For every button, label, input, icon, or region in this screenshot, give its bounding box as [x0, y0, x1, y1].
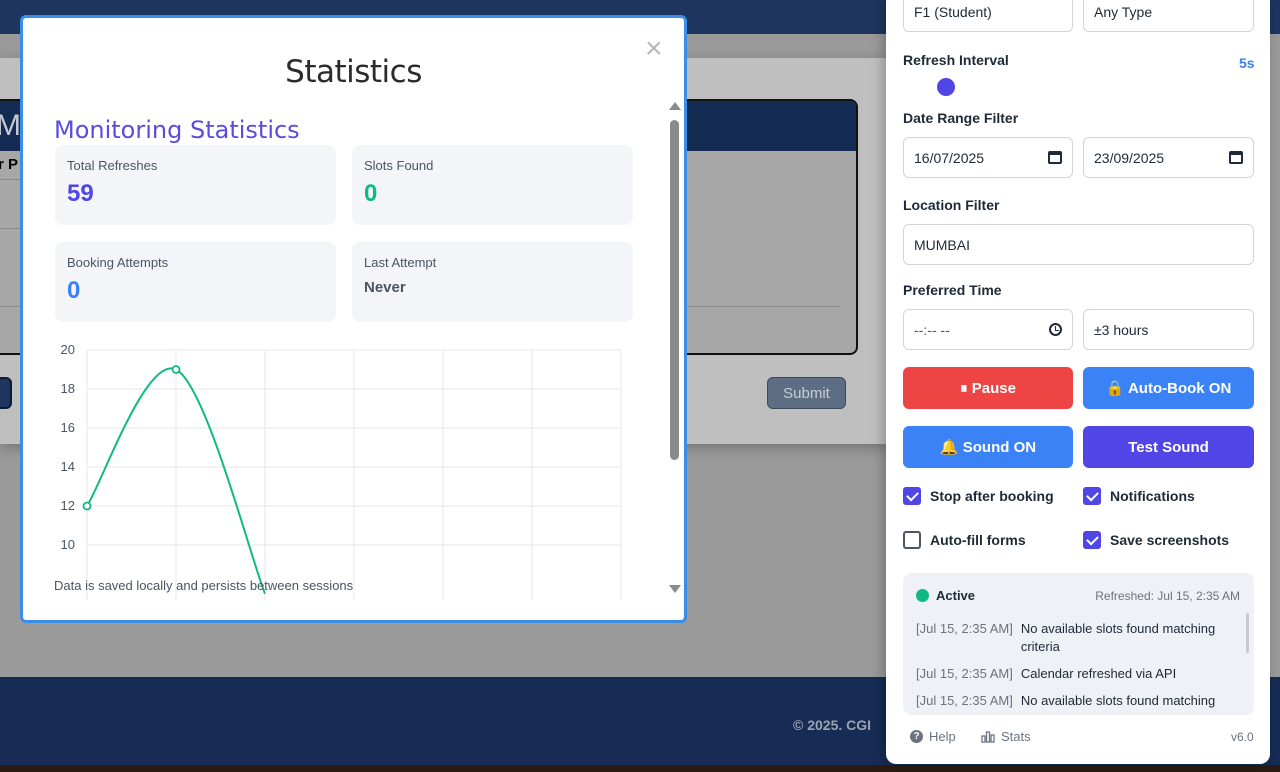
calendar-icon[interactable]	[1048, 151, 1062, 164]
section-title: Monitoring Statistics	[54, 116, 300, 144]
preferred-time-label: Preferred Time	[903, 282, 1002, 298]
help-link[interactable]: ? Help	[910, 729, 956, 744]
close-icon[interactable]: ×	[645, 34, 663, 64]
refresh-interval-value: 5s	[1239, 55, 1255, 71]
log-entry: [Jul 15, 2:35 AM] Calendar refreshed via…	[916, 665, 1231, 683]
stat-label: Booking Attempts	[67, 255, 169, 270]
time-value: --:-- --	[914, 321, 950, 338]
background-divider	[0, 179, 20, 180]
auto-book-button[interactable]: 🔒 Auto-Book ON	[1083, 367, 1254, 409]
last-refreshed: Refreshed: Jul 15, 2:35 AM	[1095, 589, 1240, 603]
y-tick-label: 16	[61, 420, 75, 435]
log-message: No available slots found matching	[1020, 693, 1216, 708]
status-indicator-icon	[916, 589, 929, 602]
notifications-checkbox[interactable]	[1083, 487, 1101, 505]
background-subheading: r P	[0, 156, 19, 173]
refresh-interval-label: Refresh Interval	[903, 52, 1009, 68]
stop-after-booking-checkbox[interactable]	[903, 487, 921, 505]
stat-label: Total Refreshes	[67, 158, 158, 173]
control-panel: F1 (Student) Any Type Refresh Interval 5…	[886, 0, 1270, 764]
checkbox-label: Auto-fill forms	[930, 532, 1026, 548]
log-time: [Jul 15, 2:35 AM]	[916, 693, 1013, 708]
y-tick-label: 14	[61, 459, 75, 474]
footer-copyright: © 2025. CGI	[793, 717, 872, 733]
stat-card-slots-found: Slots Found 0	[352, 145, 633, 225]
statistics-modal: Statistics × Monitoring Statistics Total…	[20, 15, 687, 623]
stat-label: Last Attempt	[364, 255, 437, 270]
scroll-up-icon[interactable]	[669, 102, 681, 110]
chart-note: Data is saved locally and persists betwe…	[54, 578, 354, 593]
y-tick-label: 20	[61, 342, 75, 357]
auto-fill-forms-checkbox[interactable]	[903, 531, 921, 549]
help-label: Help	[929, 729, 956, 744]
scroll-down-icon[interactable]	[669, 585, 681, 593]
stat-value: 0	[67, 277, 81, 304]
log-message: Calendar refreshed via API	[1020, 666, 1177, 681]
calendar-icon[interactable]	[1229, 151, 1243, 164]
test-sound-button[interactable]: Test Sound	[1083, 426, 1254, 468]
stat-card-last-attempt: Last Attempt Never	[352, 242, 633, 322]
background-submit-button[interactable]: Submit	[767, 377, 846, 409]
log-entry: [Jul 15, 2:35 AM] No available slots fou…	[916, 692, 1231, 710]
modal-title: Statistics	[285, 54, 422, 90]
time-window-select[interactable]: ±3 hours	[1083, 309, 1254, 350]
version-label: v6.0	[1231, 730, 1254, 744]
date-from-input[interactable]: 16/07/2025	[903, 137, 1073, 178]
location-filter-label: Location Filter	[903, 197, 1000, 213]
pause-button[interactable]: ⏸ Pause	[903, 367, 1073, 409]
scroll-thumb[interactable]	[670, 120, 679, 460]
preferred-time-input[interactable]: --:-- --	[903, 309, 1073, 350]
checkbox-label: Save screenshots	[1110, 532, 1230, 548]
location-input[interactable]: MUMBAI	[903, 224, 1254, 265]
data-point	[171, 365, 181, 374]
stat-label: Slots Found	[364, 158, 434, 173]
background-divider	[0, 228, 20, 229]
log-message: No available slots found matching criter…	[1020, 621, 1216, 654]
log-entry: [Jul 15, 2:35 AM] No available slots fou…	[916, 620, 1231, 656]
stat-value: 0	[364, 180, 378, 207]
checkbox-label: Notifications	[1110, 488, 1195, 504]
log-scrollbar[interactable]	[1246, 613, 1249, 653]
y-tick-label: 12	[61, 498, 75, 513]
log-time: [Jul 15, 2:35 AM]	[916, 621, 1013, 636]
modal-scrollbar[interactable]	[668, 102, 682, 598]
status-text: Active	[936, 588, 976, 603]
sound-toggle-button[interactable]: 🔔 Sound ON	[903, 426, 1073, 468]
notifications-option[interactable]: Notifications	[1083, 487, 1195, 505]
refresh-chart: 20 18 16 14 12 10	[61, 342, 622, 600]
save-screenshots-checkbox[interactable]	[1083, 531, 1101, 549]
clock-icon[interactable]	[1049, 323, 1062, 336]
bar-chart-icon	[981, 730, 995, 743]
stat-card-booking-attempts: Booking Attempts 0	[55, 242, 336, 322]
date-range-label: Date Range Filter	[903, 110, 1019, 126]
save-screenshots-option[interactable]: Save screenshots	[1083, 531, 1229, 549]
time-window-value: ±3 hours	[1094, 321, 1149, 338]
stat-value: 59	[67, 180, 94, 207]
visa-type-value: F1 (Student)	[914, 3, 992, 20]
date-to-value: 23/09/2025	[1094, 149, 1165, 166]
taskbar-strip	[0, 765, 1280, 772]
stats-link[interactable]: Stats	[981, 729, 1031, 744]
visa-type-select[interactable]: F1 (Student)	[903, 0, 1073, 32]
help-icon: ?	[910, 730, 923, 743]
auto-fill-forms-option[interactable]: Auto-fill forms	[903, 531, 1026, 549]
status-log-box: Active Refreshed: Jul 15, 2:35 AM [Jul 1…	[903, 573, 1254, 715]
background-left-button[interactable]	[0, 377, 12, 409]
refresh-interval-slider[interactable]	[937, 78, 955, 96]
y-tick-label: 18	[61, 381, 75, 396]
location-value: MUMBAI	[914, 236, 970, 253]
stat-card-total-refreshes: Total Refreshes 59	[55, 145, 336, 225]
stat-value: Never	[364, 279, 406, 296]
appointment-type-select[interactable]: Any Type	[1083, 0, 1254, 32]
log-time: [Jul 15, 2:35 AM]	[916, 666, 1013, 681]
date-to-input[interactable]: 23/09/2025	[1083, 137, 1254, 178]
appointment-type-value: Any Type	[1094, 3, 1153, 20]
date-from-value: 16/07/2025	[914, 149, 985, 166]
y-tick-label: 10	[61, 537, 75, 552]
data-point	[82, 501, 92, 511]
stats-label: Stats	[1001, 729, 1031, 744]
checkbox-label: Stop after booking	[930, 488, 1054, 504]
stop-after-booking-option[interactable]: Stop after booking	[903, 487, 1054, 505]
